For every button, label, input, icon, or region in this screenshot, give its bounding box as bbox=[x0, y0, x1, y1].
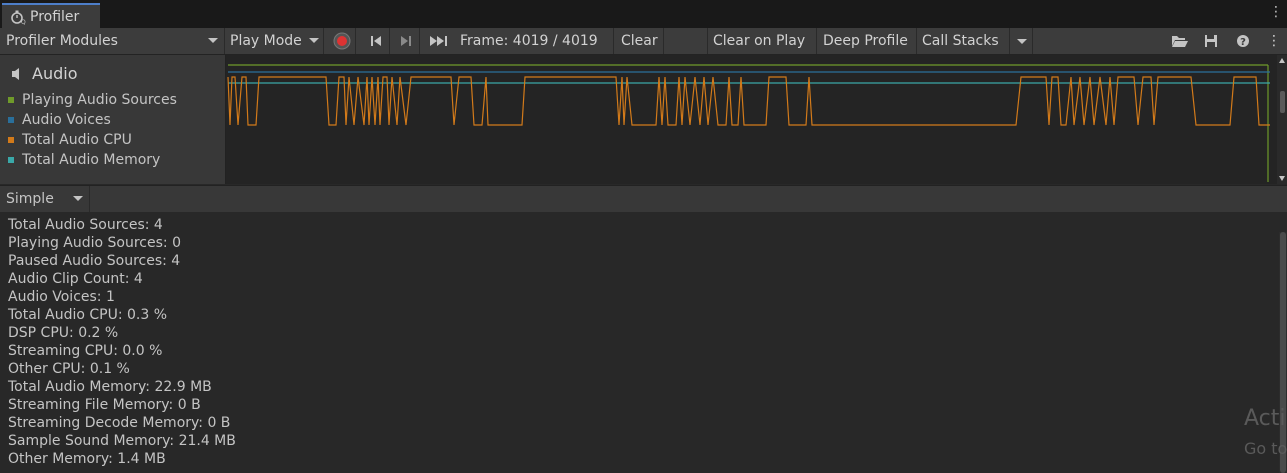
deep-profile-toggle[interactable]: Deep Profile bbox=[819, 28, 917, 54]
audio-graph-svg bbox=[227, 64, 1270, 182]
record-button[interactable] bbox=[328, 28, 356, 54]
next-frame-button[interactable] bbox=[392, 28, 420, 54]
legend-label: Total Audio Memory bbox=[22, 152, 161, 168]
svg-text:Q: Q bbox=[21, 19, 26, 25]
record-icon bbox=[333, 32, 350, 50]
stat-streaming-decode-memory: Streaming Decode Memory: 0 B bbox=[8, 415, 231, 431]
stat-sample-sound-memory: Sample Sound Memory: 21.4 MB bbox=[8, 433, 236, 449]
speaker-icon bbox=[12, 67, 19, 80]
chevron-down-icon bbox=[309, 38, 319, 43]
clear-on-play-toggle[interactable]: Clear on Play bbox=[709, 28, 817, 54]
clear-label: Clear bbox=[621, 33, 658, 49]
folder-open-icon bbox=[1172, 36, 1188, 47]
scroll-down-arrow-icon[interactable] bbox=[1279, 176, 1285, 181]
audio-stats-panel: Total Audio Sources: 4 Playing Audio Sou… bbox=[0, 212, 1287, 473]
legend-label: Total Audio CPU bbox=[22, 132, 132, 148]
stats-scroll-thumb[interactable] bbox=[1280, 232, 1286, 473]
chevron-down-icon bbox=[208, 38, 218, 43]
stat-other-cpu: Other CPU: 0.1 % bbox=[8, 361, 130, 377]
legend-item-audio-voices[interactable]: Audio Voices bbox=[8, 112, 111, 128]
stat-paused-audio-sources: Paused Audio Sources: 4 bbox=[8, 253, 181, 269]
scroll-thumb[interactable] bbox=[1280, 91, 1285, 113]
more-options-icon[interactable]: ⋮ bbox=[1262, 28, 1286, 54]
toolbar-spacer bbox=[664, 28, 708, 54]
profiler-stopwatch-icon: Q bbox=[11, 10, 26, 25]
current-frame-button[interactable] bbox=[424, 28, 454, 54]
stat-total-audio-memory: Total Audio Memory: 22.9 MB bbox=[8, 379, 212, 395]
profiler-modules-dropdown[interactable]: Profiler Modules bbox=[0, 28, 225, 54]
save-icon bbox=[1205, 35, 1217, 47]
activation-watermark-subtitle: Go to bbox=[1244, 439, 1287, 458]
audio-timeline-graph[interactable] bbox=[226, 55, 1287, 184]
module-title: Audio bbox=[10, 64, 77, 83]
legend-swatch bbox=[8, 97, 14, 103]
stat-audio-voices: Audio Voices: 1 bbox=[8, 289, 115, 305]
legend-label: Playing Audio Sources bbox=[22, 92, 177, 108]
play-mode-label: Play Mode bbox=[230, 33, 302, 49]
call-stacks-label: Call Stacks bbox=[922, 33, 999, 49]
graph-scrollbar[interactable] bbox=[1277, 55, 1287, 184]
chevron-down-icon bbox=[73, 196, 83, 201]
clear-on-play-label: Clear on Play bbox=[713, 33, 806, 49]
window-tab-bar: Q Profiler ⋮ bbox=[0, 0, 1287, 28]
stat-playing-audio-sources: Playing Audio Sources: 0 bbox=[8, 235, 181, 251]
svg-text:?: ? bbox=[1240, 37, 1246, 48]
step-forward-icon bbox=[400, 36, 411, 46]
chevron-down-icon bbox=[1016, 38, 1027, 44]
legend-swatch bbox=[8, 157, 14, 163]
frame-counter: Frame: 4019 / 4019 bbox=[456, 28, 614, 54]
stat-total-audio-sources: Total Audio Sources: 4 bbox=[8, 217, 163, 233]
tab-label: Profiler bbox=[30, 8, 80, 25]
stat-other-memory: Other Memory: 1.4 MB bbox=[8, 451, 166, 467]
deep-profile-label: Deep Profile bbox=[823, 33, 908, 49]
clear-button[interactable]: Clear bbox=[616, 28, 664, 54]
help-button[interactable]: ? bbox=[1230, 28, 1256, 54]
fast-forward-icon bbox=[430, 36, 447, 46]
call-stacks-dropdown[interactable] bbox=[1011, 28, 1033, 54]
previous-frame-button[interactable] bbox=[362, 28, 390, 54]
stats-scrollbar[interactable] bbox=[1279, 232, 1287, 473]
frame-label: Frame: 4019 / 4019 bbox=[460, 33, 598, 49]
tab-profiler[interactable]: Q Profiler bbox=[2, 3, 100, 28]
legend-swatch bbox=[8, 137, 14, 143]
audio-module-legend[interactable]: Audio Playing Audio Sources Audio Voices… bbox=[0, 55, 226, 184]
stat-streaming-file-memory: Streaming File Memory: 0 B bbox=[8, 397, 201, 413]
view-mode-dropdown[interactable]: Simple bbox=[0, 186, 90, 212]
profiler-modules-label: Profiler Modules bbox=[6, 33, 118, 49]
play-mode-dropdown[interactable]: Play Mode bbox=[226, 28, 324, 54]
call-stacks-toggle[interactable]: Call Stacks bbox=[918, 28, 1010, 54]
total-audio-cpu-line bbox=[227, 76, 1270, 126]
save-profile-button[interactable] bbox=[1198, 28, 1224, 54]
load-profile-button[interactable] bbox=[1166, 28, 1194, 54]
stat-total-audio-cpu: Total Audio CPU: 0.3 % bbox=[8, 307, 168, 323]
legend-item-total-audio-cpu[interactable]: Total Audio CPU bbox=[8, 132, 132, 148]
stat-streaming-cpu: Streaming CPU: 0.0 % bbox=[8, 343, 163, 359]
activation-watermark-title: Acti bbox=[1244, 406, 1286, 431]
stat-audio-clip-count: Audio Clip Count: 4 bbox=[8, 271, 143, 287]
scroll-up-arrow-icon[interactable] bbox=[1279, 58, 1285, 63]
window-menu-icon[interactable]: ⋮ bbox=[1269, 4, 1283, 20]
step-back-icon bbox=[370, 36, 381, 46]
help-icon: ? bbox=[1237, 35, 1249, 48]
stat-dsp-cpu: DSP CPU: 0.2 % bbox=[8, 325, 119, 341]
view-mode-label: Simple bbox=[6, 191, 54, 207]
legend-item-total-audio-memory[interactable]: Total Audio Memory bbox=[8, 152, 160, 168]
legend-label: Audio Voices bbox=[22, 112, 111, 128]
audio-module-chart-row: Audio Playing Audio Sources Audio Voices… bbox=[0, 55, 1287, 184]
module-title-label: Audio bbox=[32, 64, 78, 83]
details-toolbar: Simple bbox=[0, 185, 1287, 213]
profiler-toolbar: Profiler Modules Play Mode Frame: 4019 /… bbox=[0, 28, 1287, 55]
legend-item-playing-audio-sources[interactable]: Playing Audio Sources bbox=[8, 92, 177, 108]
legend-swatch bbox=[8, 117, 14, 123]
